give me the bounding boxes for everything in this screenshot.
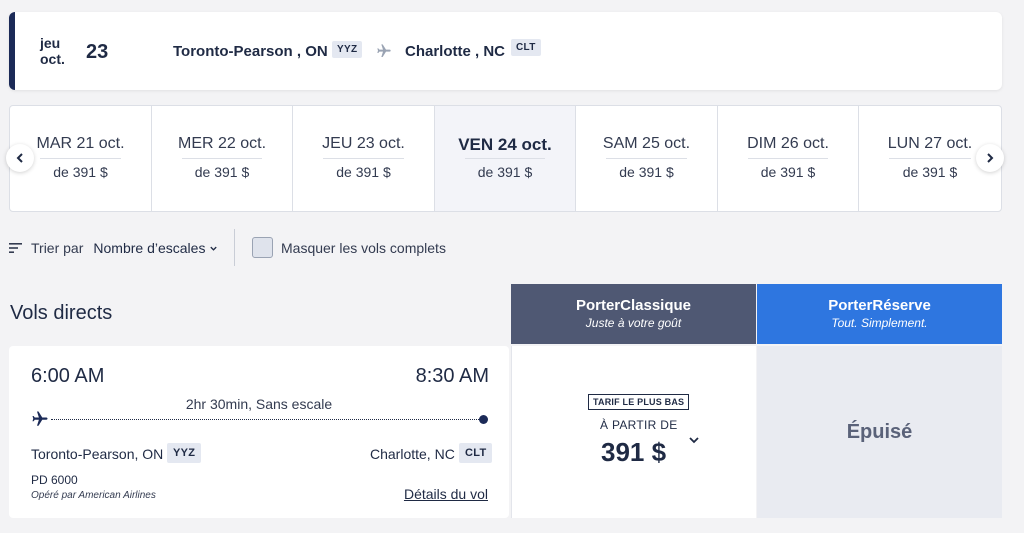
origin-city: Toronto-Pearson, ON bbox=[31, 446, 163, 462]
section-title: Vols directs bbox=[10, 302, 113, 324]
airplane-icon bbox=[32, 411, 48, 426]
chevron-right-icon bbox=[987, 153, 994, 163]
chevron-down-icon[interactable] bbox=[209, 244, 218, 253]
date-option-price: de 391 $ bbox=[194, 164, 250, 180]
flight-duration: 2hr 30min, Sans escale bbox=[185, 396, 333, 412]
chevron-left-icon bbox=[16, 153, 23, 163]
header-weekday-label: jeu bbox=[40, 35, 61, 51]
flight-card: 6:00 AM 8:30 AM 2hr 30min, Sans escale T… bbox=[9, 346, 509, 518]
header-month-label: oct. bbox=[40, 51, 65, 67]
hide-full-flights-checkbox[interactable] bbox=[252, 237, 273, 258]
date-divider bbox=[606, 158, 687, 159]
destination-city: Charlotte, NC bbox=[370, 446, 455, 462]
fare-header-classic: PorterClassique Juste à votre goût bbox=[511, 284, 756, 344]
fare-cell-reserve: Épuisé bbox=[757, 346, 1002, 518]
destination-city-label: Charlotte, NC bbox=[370, 446, 455, 462]
sort-icon bbox=[9, 243, 22, 253]
header-accent-bar bbox=[9, 12, 15, 90]
header-destination-city: Charlotte , NC bbox=[405, 43, 506, 60]
trip-header: jeu oct. 23 Toronto-Pearson , ON YYZ Cha… bbox=[9, 12, 1002, 90]
header-weekday: jeu oct. bbox=[40, 35, 65, 67]
fare-reserve-title: PorterRéserve bbox=[828, 297, 931, 314]
chevron-down-icon[interactable] bbox=[688, 434, 700, 446]
date-divider bbox=[748, 158, 828, 159]
sort-dropdown[interactable]: Nombre d’escales bbox=[93, 240, 205, 256]
destination-dot bbox=[479, 415, 488, 424]
sort-control: Trier par Nombre d’escales bbox=[9, 236, 218, 260]
toolbar-divider bbox=[234, 229, 235, 266]
header-origin-code: YYZ bbox=[332, 41, 363, 58]
origin-code: YYZ bbox=[167, 443, 202, 463]
operated-by: Opéré par American Airlines bbox=[31, 490, 156, 501]
date-option-label: SAM 25 oct. bbox=[602, 135, 691, 152]
date-option[interactable]: SAM 25 oct. de 391 $ bbox=[576, 106, 718, 211]
date-option[interactable]: DIM 26 oct. de 391 $ bbox=[718, 106, 859, 211]
lowest-fare-badge: TARIF LE PLUS BAS bbox=[588, 394, 690, 410]
date-divider bbox=[889, 158, 971, 159]
header-destination-code: CLT bbox=[511, 39, 541, 56]
date-option[interactable]: MER 22 oct. de 391 $ bbox=[152, 106, 293, 211]
date-option[interactable]: JEU 23 oct. de 391 $ bbox=[293, 106, 435, 211]
date-option-price: de 391 $ bbox=[477, 164, 533, 180]
fare-classic-title: PorterClassique bbox=[575, 297, 692, 314]
date-carousel: MAR 21 oct. de 391 $ MER 22 oct. de 391 … bbox=[6, 105, 1004, 212]
date-option-price: de 391 $ bbox=[760, 164, 816, 180]
date-option-price: de 391 $ bbox=[336, 164, 391, 180]
date-option-label: MER 22 oct. bbox=[177, 135, 267, 152]
date-divider bbox=[323, 158, 404, 159]
header-date: 23 bbox=[86, 41, 109, 63]
price-from-label: À PARTIR DE bbox=[600, 418, 678, 432]
date-divider bbox=[40, 158, 121, 159]
arrival-time: 8:30 AM bbox=[415, 365, 489, 387]
header-origin-city: Toronto-Pearson , ON bbox=[173, 43, 328, 60]
date-option-label: JEU 23 oct. bbox=[322, 135, 405, 152]
date-divider bbox=[465, 158, 545, 159]
plane-icon bbox=[377, 44, 391, 57]
fare-cell-classic[interactable]: TARIF LE PLUS BAS À PARTIR DE 391 $ bbox=[511, 346, 756, 518]
destination-code: CLT bbox=[459, 443, 493, 463]
date-divider bbox=[182, 158, 262, 159]
date-option-price: de 391 $ bbox=[619, 164, 674, 180]
fare-price: 391 $ bbox=[601, 437, 667, 467]
flight-details-link[interactable]: Détails du vol bbox=[404, 486, 488, 502]
fare-header-reserve: PorterRéserve Tout. Simplement. bbox=[757, 284, 1002, 344]
sort-label: Trier par bbox=[31, 240, 84, 256]
departure-time: 6:00 AM bbox=[31, 365, 105, 387]
sold-out-label: Épuisé bbox=[846, 420, 913, 443]
fare-reserve-subtitle: Tout. Simplement. bbox=[831, 316, 928, 330]
flight-number: PD 6000 bbox=[31, 473, 78, 487]
date-option-label: VEN 24 oct. bbox=[458, 135, 552, 154]
carousel-next-button[interactable] bbox=[976, 144, 1004, 172]
hide-full-flights-label[interactable]: Masquer les vols complets bbox=[281, 240, 446, 256]
date-option-selected[interactable]: VEN 24 oct. de 391 $ bbox=[435, 106, 576, 211]
fare-classic-subtitle: Juste à votre goût bbox=[585, 316, 682, 330]
date-option-label: DIM 26 oct. bbox=[747, 135, 829, 152]
carousel-prev-button[interactable] bbox=[6, 144, 34, 172]
origin-city-label: Toronto-Pearson, ON bbox=[31, 446, 164, 462]
route-line bbox=[51, 419, 483, 420]
